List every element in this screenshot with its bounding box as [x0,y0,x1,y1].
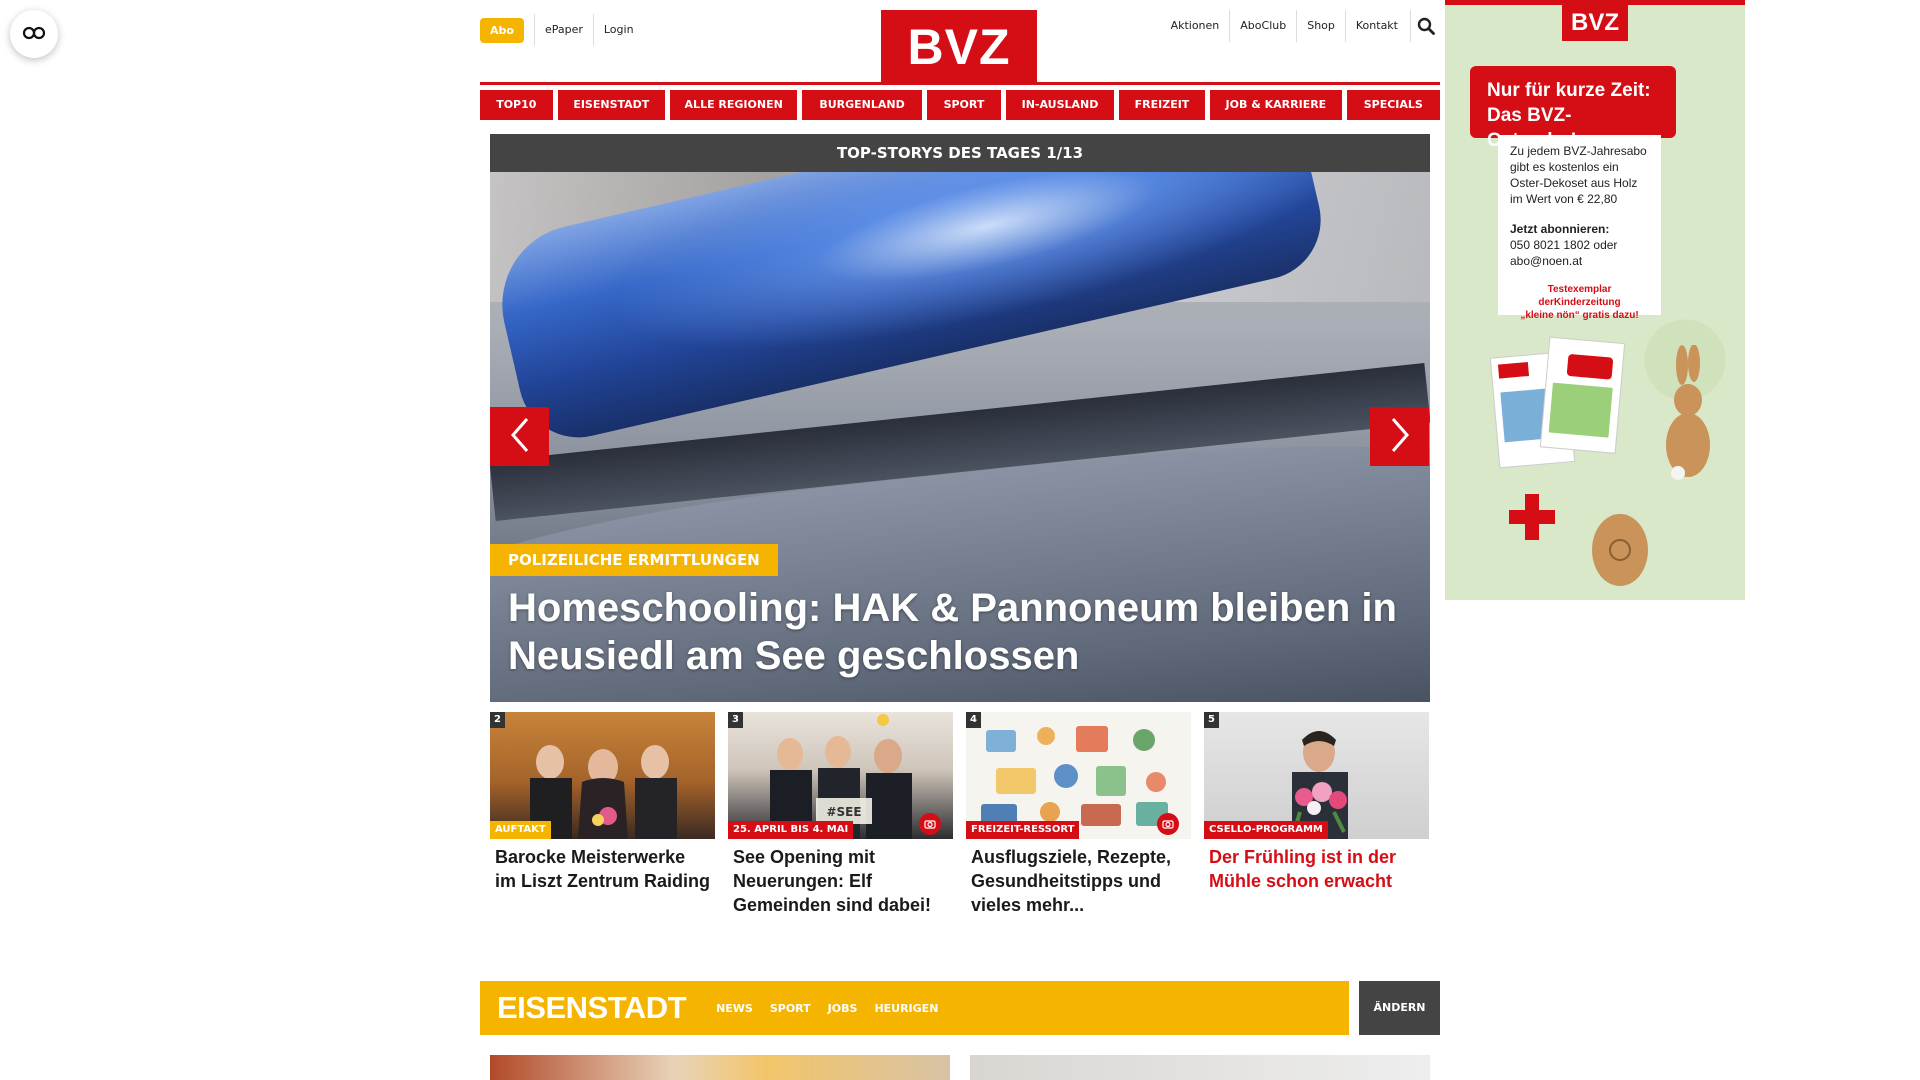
aktionen-link[interactable]: Aktionen [1161,10,1230,42]
story-image[interactable]: #SEE 3 25. APRIL BIS 4. MAI [728,712,953,839]
nav-item-top10[interactable]: TOP10 [480,90,553,120]
story-title[interactable]: Der Frühling ist in der Mühle schon erwa… [1204,845,1429,893]
accessibility-button[interactable] [10,10,58,58]
section-link-jobs[interactable]: JOBS [828,1002,858,1015]
chevron-left-icon [509,417,531,457]
section-link-sport[interactable]: SPORT [770,1002,811,1015]
nav-item-eisenstadt[interactable]: EISENSTADT [557,90,666,120]
hero-category-tag[interactable]: POLIZEILICHE ERMITTLUNGEN [490,544,778,576]
story-image[interactable]: 2 AUFTAKT [490,712,715,839]
carousel-prev-button[interactable] [490,407,549,466]
story-card[interactable]: #SEE 3 25. APRIL BIS 4. MAI See Opening … [728,712,953,922]
ad-note-line1: Testexemplar derKinderzeitung [1538,284,1621,308]
story-rank: 2 [490,712,505,728]
story-cards: 2 AUFTAKT Barocke Meisterwerke im Liszt … [490,712,1430,922]
epaper-link[interactable]: ePaper [533,14,593,46]
ad-note: Testexemplar derKinderzeitung „kleine nö… [1510,283,1649,322]
nav-item-specials[interactable]: SPECIALS [1346,90,1440,120]
site-logo[interactable]: BVZ [881,10,1037,84]
egg-illustration [1592,514,1648,586]
story-rank: 3 [728,712,743,728]
section-story-image[interactable] [490,1055,950,1080]
hero-headline[interactable]: Homeschooling: HAK & Pannoneum bleiben i… [508,584,1408,680]
story-card[interactable]: 2 AUFTAKT Barocke Meisterwerke im Liszt … [490,712,715,922]
nav-item-sport[interactable]: SPORT [926,90,1002,120]
story-tag[interactable]: AUFTAKT [490,821,551,839]
change-region-button[interactable]: ÄNDERN [1359,981,1440,1035]
ad-text-card: Zu jedem BVZ-Jahresabo gibt es kostenlos… [1498,135,1661,321]
story-tag[interactable]: 25. APRIL BIS 4. MAI [728,821,854,839]
story-image[interactable]: 4 FREIZEIT-RESSORT [966,712,1191,839]
ad-logo: BVZ [1562,5,1628,41]
story-rank: 4 [966,712,981,728]
story-tag[interactable]: FREIZEIT-RESSORT [966,821,1080,839]
story-title[interactable]: See Opening mit Neuerungen: Elf Gemeinde… [728,845,953,917]
section-eisenstadt-bar: EISENSTADT NEWS SPORT JOBS HEURIGEN [480,981,1349,1035]
ad-body-line: im Wert von € 22,80 [1510,192,1618,206]
nav-item-alle-regionen[interactable]: ALLE REGIONEN [670,90,798,120]
ad-body-line: Oster-Dekoset aus Holz [1510,176,1638,190]
section-link-news[interactable]: NEWS [716,1002,753,1015]
aboclub-link[interactable]: AboClub [1229,10,1296,42]
magazines-illustration [1490,336,1625,469]
story-image[interactable]: 5 CSELLO-PROGRAMM [1204,712,1429,839]
abo-button[interactable]: Abo [480,17,524,43]
login-link[interactable]: Login [592,14,644,46]
main-nav: TOP10 EISENSTADT ALLE REGIONEN BURGENLAN… [480,90,1440,120]
ad-email: abo@noen.at [1510,254,1583,268]
header-divider [480,82,1440,85]
ad-body-line: gibt es kostenlos ein [1510,160,1619,174]
search-icon[interactable] [1410,10,1440,42]
camera-icon [1157,813,1179,835]
svg-text:#SEE: #SEE [826,805,861,819]
story-rank: 5 [1204,712,1219,728]
top-stories-header: TOP-STORYS DES TAGES 1/13 [490,134,1430,172]
story-title[interactable]: Barocke Meisterwerke im Liszt Zentrum Ra… [490,845,715,893]
camera-icon [919,813,941,835]
section-story-image[interactable] [970,1055,1430,1080]
ad-headline-line1: Nur für kurze Zeit: [1487,80,1651,101]
chevron-right-icon [1389,417,1411,457]
bunny-illustration [1666,345,1710,480]
ad-banner[interactable]: BVZ Nur für kurze Zeit: Das BVZ-Osterabo… [1445,0,1745,600]
ad-body-line: Zu jedem BVZ-Jahresabo [1510,144,1647,158]
nav-item-job-karriere[interactable]: JOB & KARRIERE [1210,90,1342,120]
kontakt-link[interactable]: Kontakt [1344,10,1408,42]
ad-headline: Nur für kurze Zeit: Das BVZ-Osterabo! [1470,66,1676,151]
nav-item-in-ausland[interactable]: IN-AUSLAND [1006,90,1114,120]
site-header: Abo ePaper Login BVZ Aktionen AboClub Sh… [480,0,1440,84]
ad-cta: Jetzt abonnieren: [1510,222,1610,236]
section-link-heurigen[interactable]: HEURIGEN [874,1002,938,1015]
story-title[interactable]: Ausflugsziele, Rezepte, Gesundheitstipps… [966,845,1191,917]
section-title[interactable]: EISENSTADT [497,990,687,1026]
story-tag[interactable]: CSELLO-PROGRAMM [1204,821,1328,839]
ad-note-line2: „kleine nön“ gratis dazu! [1520,310,1639,321]
story-card[interactable]: 5 CSELLO-PROGRAMM Der Frühling ist in de… [1204,712,1429,922]
ad-phone: 050 8021 1802 oder [1510,238,1618,252]
accessibility-icon [21,25,47,44]
plus-icon [1509,494,1555,540]
nav-item-freizeit[interactable]: FREIZEIT [1118,90,1206,120]
nav-item-burgenland[interactable]: BURGENLAND [802,90,922,120]
shop-link[interactable]: Shop [1296,10,1345,42]
carousel-next-button[interactable] [1370,407,1429,466]
story-card[interactable]: 4 FREIZEIT-RESSORT Ausflugsziele, Rezept… [966,712,1191,922]
